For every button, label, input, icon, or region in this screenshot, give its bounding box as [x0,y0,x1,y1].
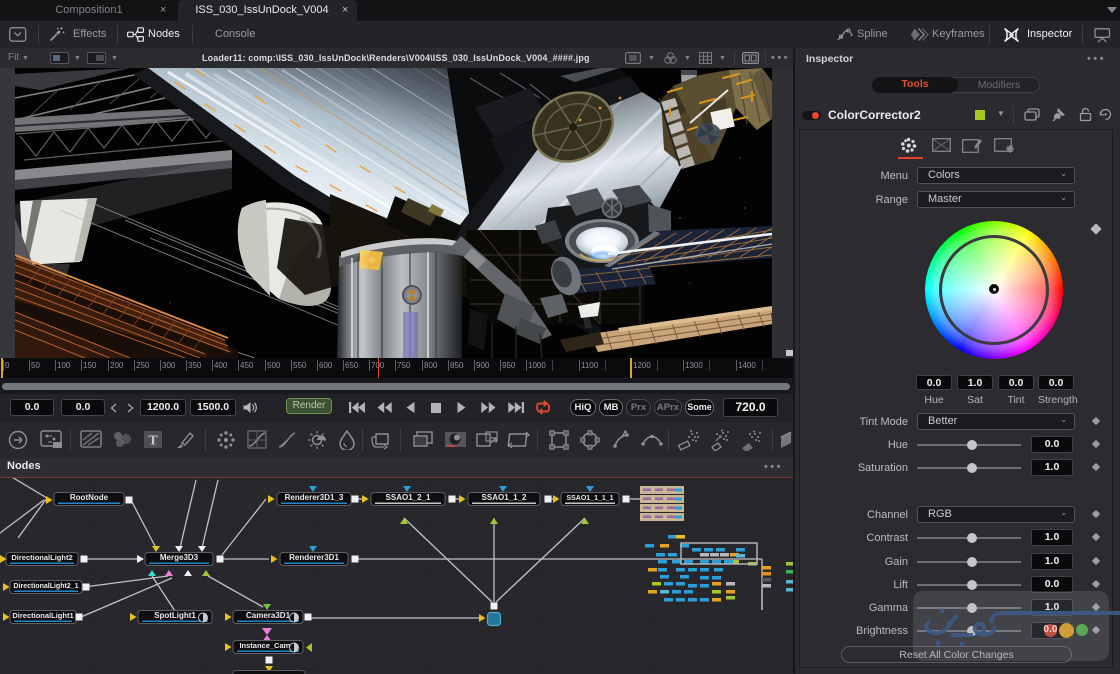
svg-text:Merge3D3: Merge3D3 [160,553,199,562]
svg-text:Instance_Cam...: Instance_Cam... [239,641,296,650]
svg-text:Renderer3D1: Renderer3D1 [289,553,339,562]
svg-text:Camera3D1: Camera3D1 [246,611,291,620]
svg-text:DirectionalLight2: DirectionalLight2 [11,553,72,562]
svg-text:T: T [148,434,158,449]
svg-text:DirectionalLight1: DirectionalLight1 [12,611,73,620]
svg-text:Renderer3D1_3: Renderer3D1_3 [285,493,344,502]
svg-text:SSAO1_2_1: SSAO1_2_1 [386,493,431,502]
svg-text:SSAO1_1_1_1: SSAO1_1_1_1 [566,495,613,502]
svg-text:RootNode: RootNode [70,493,109,502]
svg-text:DirectionalLight2_1: DirectionalLight2_1 [14,583,79,590]
svg-text:SSAO1_1_2: SSAO1_1_2 [482,493,527,502]
svg-text:SpotLight1: SpotLight1 [154,611,196,620]
